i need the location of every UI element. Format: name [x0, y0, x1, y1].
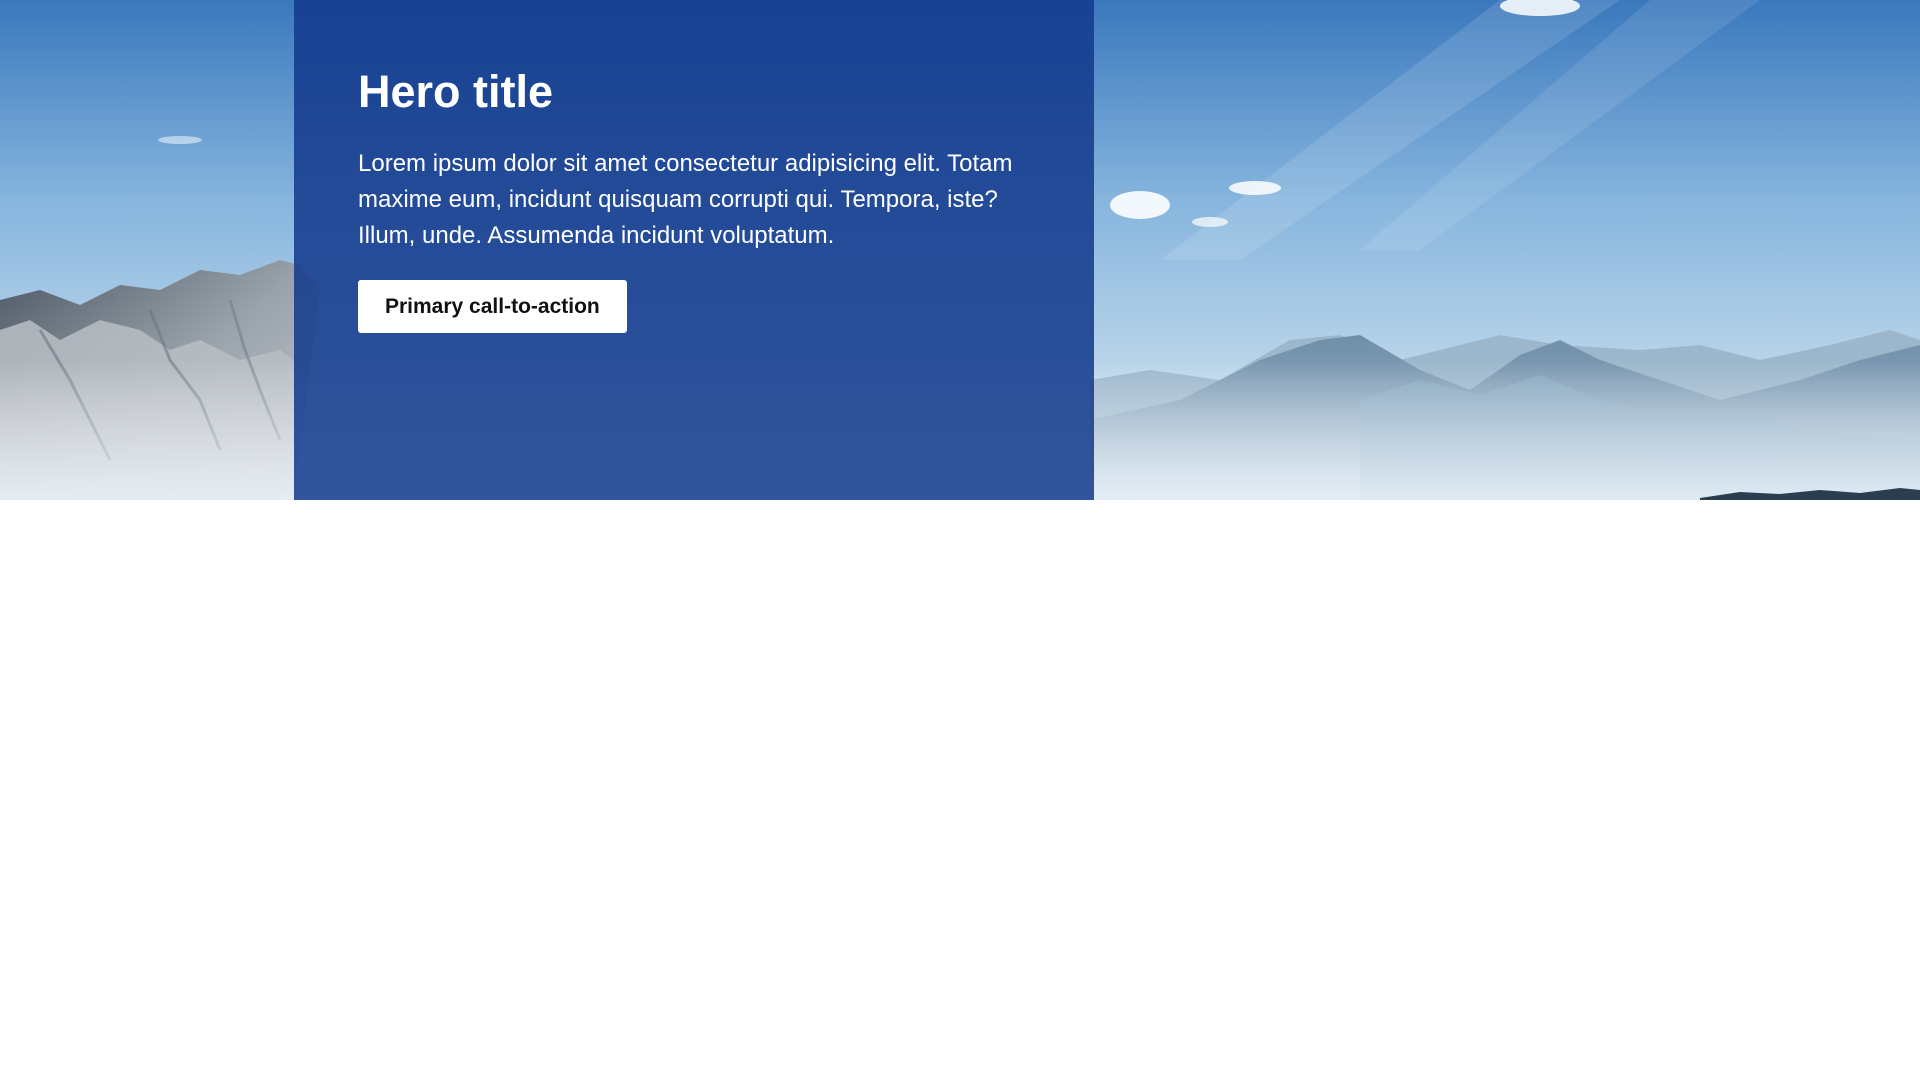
hero-title: Hero title — [358, 66, 554, 117]
hero-content-panel: Hero title Lorem ipsum dolor sit amet co… — [294, 0, 1094, 500]
hero-section: Hero title Lorem ipsum dolor sit amet co… — [0, 0, 1920, 500]
primary-cta-button[interactable]: Primary call-to-action — [358, 280, 627, 333]
hero-description: Lorem ipsum dolor sit amet consectetur a… — [358, 150, 1013, 249]
